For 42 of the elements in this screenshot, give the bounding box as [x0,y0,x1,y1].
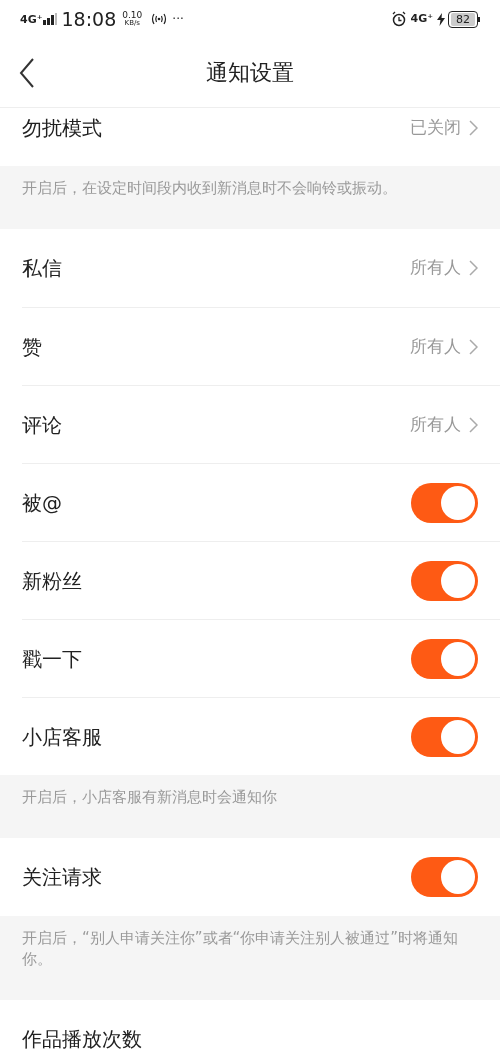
toggle-switch[interactable] [411,560,478,601]
chevron-icon [469,260,478,276]
battery-level: 82 [451,12,475,26]
speed-value: 0.10 [122,11,143,20]
setting-label: 私信 [22,255,63,282]
setting-label: 被@ [22,489,63,517]
toggle-switch[interactable] [411,638,478,679]
setting-value: 已关闭 [410,116,461,140]
network-label: 4G⁺ [410,10,433,27]
chevron-icon [469,120,478,136]
setting-label: 关注请求 [22,864,103,891]
more-indicator: ··· [172,11,184,28]
toggle-switch[interactable] [411,857,478,897]
chevron-icon [469,338,478,355]
chevron-icon [469,416,478,433]
setting-label: 作品播放次数 [22,1026,143,1053]
setting-row[interactable]: 私信 所有人 [0,229,500,307]
network-label: 4G⁺ [20,13,43,25]
hint-text: 开启后，小店客服有新消息时会通知你 [22,787,278,808]
setting-label: 赞 [22,333,43,361]
setting-label: 小店客服 [22,723,103,751]
back-icon[interactable] [19,57,35,88]
signal-icon [42,13,57,25]
time: 18:08 [61,6,117,32]
alarm-icon [390,11,407,27]
hotspot-icon [150,13,169,25]
setting-value: 所有人 [410,256,461,280]
hint-text: 开启后，“别人申请关注你”或者“你申请关注别人被通过”时将通知你。 [22,928,460,970]
setting-label: 新粉丝 [22,567,83,595]
setting-row[interactable]: 评论 所有人 [22,385,500,463]
setting-value: 所有人 [410,334,461,358]
setting-row[interactable]: 勿扰模式 已关闭 [0,108,500,166]
charging-icon [437,12,445,26]
setting-value: 所有人 [410,412,461,436]
toggle-switch[interactable] [411,482,478,523]
setting-label: 戳一下 [22,645,83,673]
page-title: 通知设置 [206,59,294,87]
setting-label: 勿扰模式 [22,115,103,142]
setting-row[interactable]: 赞 所有人 [22,307,500,385]
hint-text: 开启后，在设定时间段内收到新消息时不会响铃或振动。 [22,178,398,199]
toggle-switch[interactable] [411,716,478,757]
setting-label: 评论 [22,411,63,439]
